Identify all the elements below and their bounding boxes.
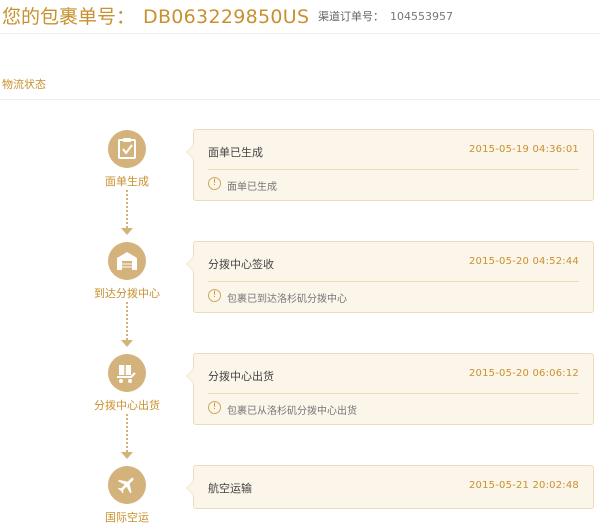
channel-order-number: 104553957	[390, 10, 453, 23]
header: 您的包裹单号： DB063229850US 渠道订单号： 104553957	[0, 0, 600, 34]
event-time: 2015-05-19 04:36:01	[468, 144, 579, 155]
event-description: 包裹已到达洛杉矶分拨中心	[227, 294, 347, 305]
event-description: 面单已生成	[227, 182, 277, 193]
arrow-down-icon	[121, 228, 133, 235]
page-title: 您的包裹单号： DB063229850US	[2, 2, 309, 29]
tracking-number: DB063229850US	[143, 6, 310, 28]
event-status: 分拨中心签收	[208, 258, 274, 271]
info-icon: !	[208, 401, 221, 414]
document-check-icon	[108, 130, 146, 168]
parcel-out-icon	[108, 354, 146, 392]
warehouse-icon	[108, 242, 146, 280]
event-description: 包裹已从洛杉矶分拨中心出货	[227, 406, 357, 417]
channel-label: 渠道订单号：	[318, 10, 384, 23]
timeline-connector	[126, 302, 128, 340]
timeline-connector	[126, 414, 128, 452]
airplane-icon	[108, 466, 146, 504]
timeline-connector	[126, 190, 128, 228]
event-time: 2015-05-21 20:02:48	[468, 480, 579, 491]
info-icon: !	[208, 289, 221, 302]
arrow-down-icon	[121, 452, 133, 459]
step-label: 面单生成	[105, 175, 149, 188]
title-label: 您的包裹单号：	[2, 6, 136, 28]
tracking-event-card: 分拨中心签收 2015-05-20 04:52:44 ! 包裹已到达洛杉矶分拨中…	[186, 241, 594, 313]
section-title: 物流状态	[2, 78, 46, 91]
channel-order: 渠道订单号： 104553957	[318, 8, 453, 24]
step-label: 分拨中心出货	[94, 399, 160, 412]
step-label: 国际空运	[105, 511, 149, 524]
tracking-event-card: 航空运输 2015-05-21 20:02:48	[186, 465, 594, 509]
info-icon: !	[208, 177, 221, 190]
event-status: 航空运输	[208, 482, 252, 495]
event-status: 面单已生成	[208, 146, 263, 159]
logistics-timeline: 面单生成 面单已生成 2015-05-19 04:36:01 ! 面单已生成 到…	[0, 100, 600, 525]
logistics-section-header: 物流状态	[0, 72, 600, 100]
tracking-event-card: 面单已生成 2015-05-19 04:36:01 ! 面单已生成	[186, 129, 594, 201]
step-label: 到达分拨中心	[94, 287, 160, 300]
tracking-event-card: 分拨中心出货 2015-05-20 06:06:12 ! 包裹已从洛杉矶分拨中心…	[186, 353, 594, 425]
event-time: 2015-05-20 06:06:12	[468, 368, 579, 379]
event-status: 分拨中心出货	[208, 370, 274, 383]
arrow-down-icon	[121, 340, 133, 347]
event-time: 2015-05-20 04:52:44	[468, 256, 579, 267]
